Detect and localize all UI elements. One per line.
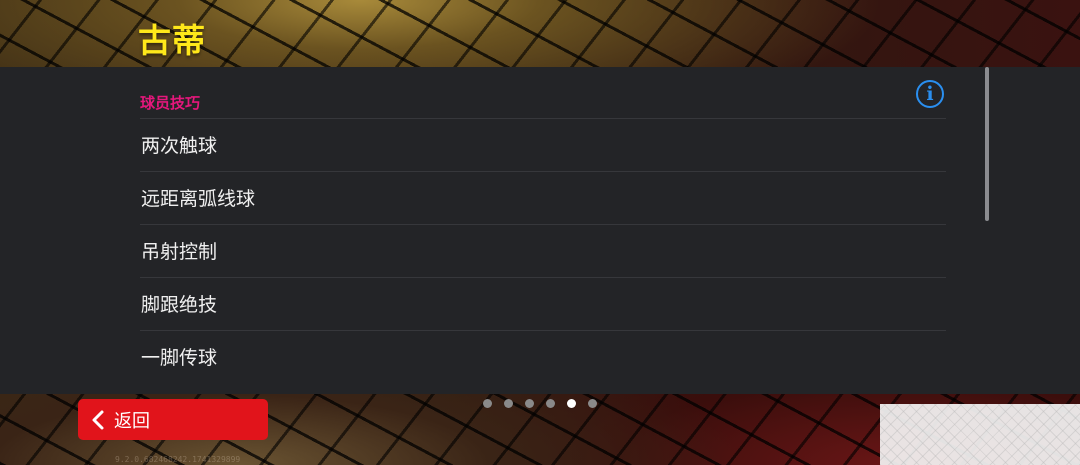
page-dot[interactable] [483,399,492,408]
version-text: 9.2.0.682468242.1741329899 [115,455,241,464]
watermark-pattern [880,404,1080,465]
skill-list: 两次触球 远距离弧线球 吊射控制 脚跟绝技 一脚传球 [140,118,946,383]
page-dot[interactable] [546,399,555,408]
player-name: 古蒂 [138,21,206,60]
chevron-left-icon [92,410,104,429]
page-indicator [483,399,597,409]
page-dot[interactable] [504,399,513,408]
watermark [880,404,1080,465]
skill-item: 脚跟绝技 [140,277,946,330]
back-label: 返回 [114,410,150,432]
skill-item: 吊射控制 [140,224,946,277]
section-title: 球员技巧 [140,94,201,112]
header: 古蒂 [0,0,1080,67]
skill-item: 远距离弧线球 [140,171,946,224]
skills-panel: 球员技巧 i 两次触球 远距离弧线球 吊射控制 脚跟绝技 一脚传球 [0,67,1080,394]
back-button[interactable]: 返回 [78,399,268,440]
page-dot-active[interactable] [567,399,576,408]
scrollbar[interactable] [985,67,989,221]
info-icon[interactable]: i [916,80,944,108]
page-dot[interactable] [588,399,597,408]
skill-item: 两次触球 [140,118,946,171]
skill-item: 一脚传球 [140,330,946,383]
page-dot[interactable] [525,399,534,408]
